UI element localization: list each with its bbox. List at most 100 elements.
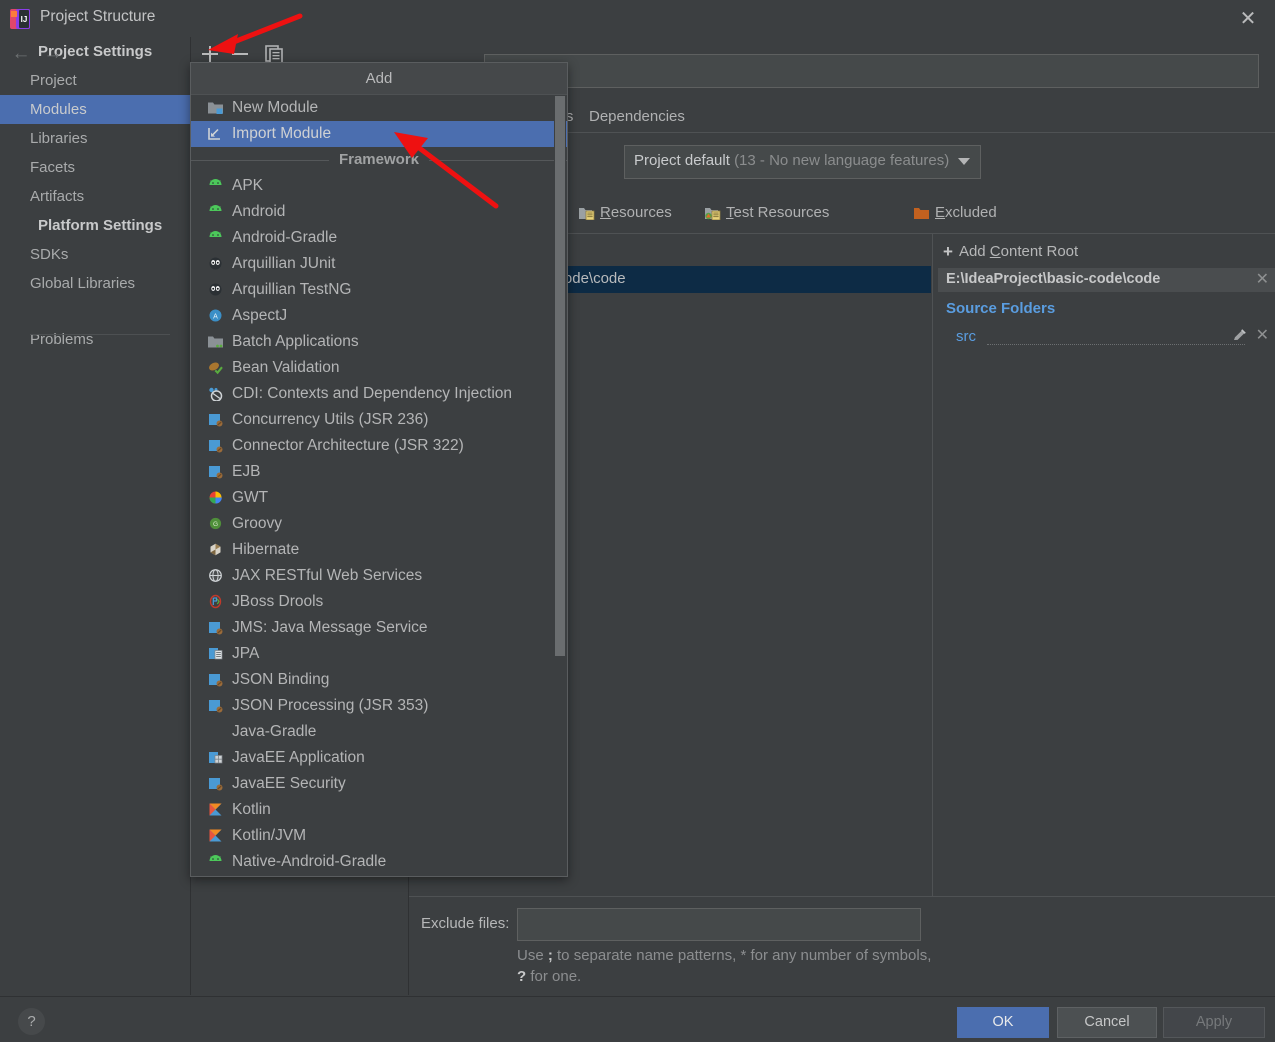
- menu-label-javaee-security: JavaEE Security: [232, 775, 346, 792]
- menu-label-hibernate: Hibernate: [232, 541, 300, 558]
- no-icon: [207, 724, 224, 739]
- menu-item-groovy[interactable]: G Groovy: [191, 511, 567, 537]
- cancel-button[interactable]: Cancel: [1057, 1007, 1157, 1038]
- folder-orange-icon: [914, 208, 929, 219]
- menu-item-concurrency-utils[interactable]: Concurrency Utils (JSR 236): [191, 407, 567, 433]
- mark-label-resources: esources: [610, 204, 672, 221]
- menu-label-connector-architecture: Connector Architecture (JSR 322): [232, 437, 464, 454]
- popup-scrollbar-thumb[interactable]: [555, 96, 565, 656]
- menu-label-native-android-gradle: Native-Android-Gradle: [232, 853, 387, 870]
- menu-item-javaee-security[interactable]: JavaEE Security: [191, 771, 567, 797]
- content-root-path: E:\IdeaProject\basic-code\code: [946, 271, 1161, 287]
- language-level-select[interactable]: Project default (13 - No new language fe…: [624, 145, 981, 179]
- menu-item-gwt[interactable]: GWT: [191, 485, 567, 511]
- menu-item-jpa[interactable]: JPA: [191, 641, 567, 667]
- mark-as-test-resources[interactable]: Test Resources: [704, 200, 829, 226]
- sidebar-item-artifacts[interactable]: Artifacts: [0, 182, 190, 211]
- mark-accel-resources: R: [600, 204, 611, 221]
- dialog-button-bar: ? OK Cancel Apply: [0, 996, 1275, 1042]
- javaee-app-icon: [209, 752, 223, 764]
- menu-item-arquillian-junit[interactable]: Arquillian JUnit: [191, 251, 567, 277]
- menu-item-bean-validation[interactable]: Bean Validation: [191, 355, 567, 381]
- mark-accel-test-resources: T: [726, 204, 734, 221]
- svg-text:IJ: IJ: [21, 15, 28, 24]
- sidebar-group-platform-settings: Platform Settings: [38, 217, 163, 234]
- help-button[interactable]: ?: [18, 1008, 45, 1035]
- menu-item-javaee-application[interactable]: JavaEE Application: [191, 745, 567, 771]
- forward-arrow-icon[interactable]: →: [40, 43, 66, 65]
- settings-sidebar: ← → Project Settings Project Modules Lib…: [0, 37, 191, 995]
- menu-label-kotlin: Kotlin: [232, 801, 271, 818]
- javaee-icon: [209, 466, 223, 479]
- menu-item-cdi[interactable]: CDI: Contexts and Dependency Injection: [191, 381, 567, 407]
- tab-dependencies[interactable]: Dependencies: [575, 101, 699, 132]
- hint-part-2: to separate name patterns, * for any num…: [552, 947, 932, 964]
- window-titlebar: IJ Project Structure ✕: [0, 0, 1275, 37]
- chevron-down-icon[interactable]: [958, 158, 970, 165]
- folder-test-resource-icon: [705, 208, 721, 220]
- menu-item-jax-restful[interactable]: JAX RESTful Web Services: [191, 563, 567, 589]
- menu-label-android-gradle: Android-Gradle: [232, 229, 338, 246]
- remove-content-root-icon[interactable]: ✕: [1256, 269, 1269, 289]
- hint-part-3: for one.: [526, 968, 582, 985]
- language-level-main: Project default: [634, 152, 730, 169]
- menu-item-java-gradle[interactable]: Java-Gradle: [191, 719, 567, 745]
- popup-menu-list: New Module Import Module Framework APK A…: [191, 95, 567, 875]
- remove-source-folder-icon[interactable]: ✕: [1256, 325, 1269, 345]
- menu-item-kotlin-jvm[interactable]: Kotlin/JVM: [191, 823, 567, 849]
- sidebar-item-modules[interactable]: Modules: [0, 95, 190, 124]
- apply-button[interactable]: Apply: [1163, 1007, 1265, 1038]
- menu-item-jms[interactable]: JMS: Java Message Service: [191, 615, 567, 641]
- javaee-icon: [209, 622, 223, 635]
- menu-item-arquillian-testng[interactable]: Arquillian TestNG: [191, 277, 567, 303]
- module-name-input[interactable]: code: [484, 54, 1259, 88]
- language-level-value: Project default (13 - No new language fe…: [634, 152, 949, 169]
- menu-item-jboss-drools[interactable]: JBoss Drools: [191, 589, 567, 615]
- menu-item-android[interactable]: Android: [191, 199, 567, 225]
- content-root-detail: + Add Content Root E:\IdeaProject\basic-c…: [932, 234, 1275, 896]
- menu-label-kotlin-jvm: Kotlin/JVM: [232, 827, 307, 844]
- close-icon[interactable]: ✕: [1235, 6, 1261, 32]
- exclude-files-input[interactable]: [517, 908, 921, 941]
- add-content-root-button[interactable]: + Add Content Root: [943, 238, 1078, 265]
- source-folders-title: Source Folders: [946, 300, 1056, 317]
- menu-item-ejb[interactable]: EJB: [191, 459, 567, 485]
- edit-pencil-icon[interactable]: [1232, 328, 1247, 343]
- hint-question: ?: [517, 968, 527, 985]
- back-arrow-icon[interactable]: ←: [8, 43, 34, 65]
- popup-group-framework: Framework: [191, 147, 567, 173]
- jpa-icon: [209, 648, 223, 660]
- hibernate-icon: [210, 543, 221, 556]
- menu-item-apk[interactable]: APK: [191, 173, 567, 199]
- menu-item-android-gradle[interactable]: Android-Gradle: [191, 225, 567, 251]
- arquillian-icon: [209, 257, 222, 270]
- sidebar-item-facets[interactable]: Facets: [0, 153, 190, 182]
- javaee-icon: [209, 674, 223, 687]
- menu-label-cdi: CDI: Contexts and Dependency Injection: [232, 385, 513, 402]
- menu-item-json-processing[interactable]: JSON Processing (JSR 353): [191, 693, 567, 719]
- menu-item-import-module[interactable]: Import Module: [191, 121, 567, 147]
- language-level-suffix: (13 - No new language features): [734, 152, 950, 169]
- menu-item-kotlin[interactable]: Kotlin: [191, 797, 567, 823]
- ok-button[interactable]: OK: [957, 1007, 1049, 1038]
- sidebar-item-sdks[interactable]: SDKs: [0, 240, 190, 269]
- mark-as-resources[interactable]: Resources: [578, 200, 672, 226]
- menu-item-native-android-gradle[interactable]: Native-Android-Gradle: [191, 849, 567, 875]
- gwt-icon: [209, 491, 222, 504]
- menu-item-hibernate[interactable]: Hibernate: [191, 537, 567, 563]
- sidebar-item-libraries[interactable]: Libraries: [0, 124, 190, 153]
- menu-item-connector-architecture[interactable]: Connector Architecture (JSR 322): [191, 433, 567, 459]
- menu-item-aspectj[interactable]: A AspectJ: [191, 303, 567, 329]
- content-root-path-header: E:\IdeaProject\basic-code\code ✕: [938, 268, 1275, 292]
- source-folder-dotted-line: [987, 343, 1245, 345]
- sidebar-item-problems[interactable]: Problems: [0, 325, 190, 354]
- menu-item-new-module[interactable]: New Module: [191, 95, 567, 121]
- menu-item-json-binding[interactable]: JSON Binding: [191, 667, 567, 693]
- menu-item-batch-applications[interactable]: Batch Applications: [191, 329, 567, 355]
- menu-label-import-module: Import Module: [232, 125, 332, 142]
- mark-as-excluded[interactable]: Excluded: [913, 200, 997, 226]
- javaee-icon: [209, 700, 223, 713]
- source-folder-name[interactable]: src: [956, 328, 976, 345]
- sidebar-item-global-libraries[interactable]: Global Libraries: [0, 269, 190, 298]
- menu-label-jboss-drools: JBoss Drools: [232, 593, 324, 610]
